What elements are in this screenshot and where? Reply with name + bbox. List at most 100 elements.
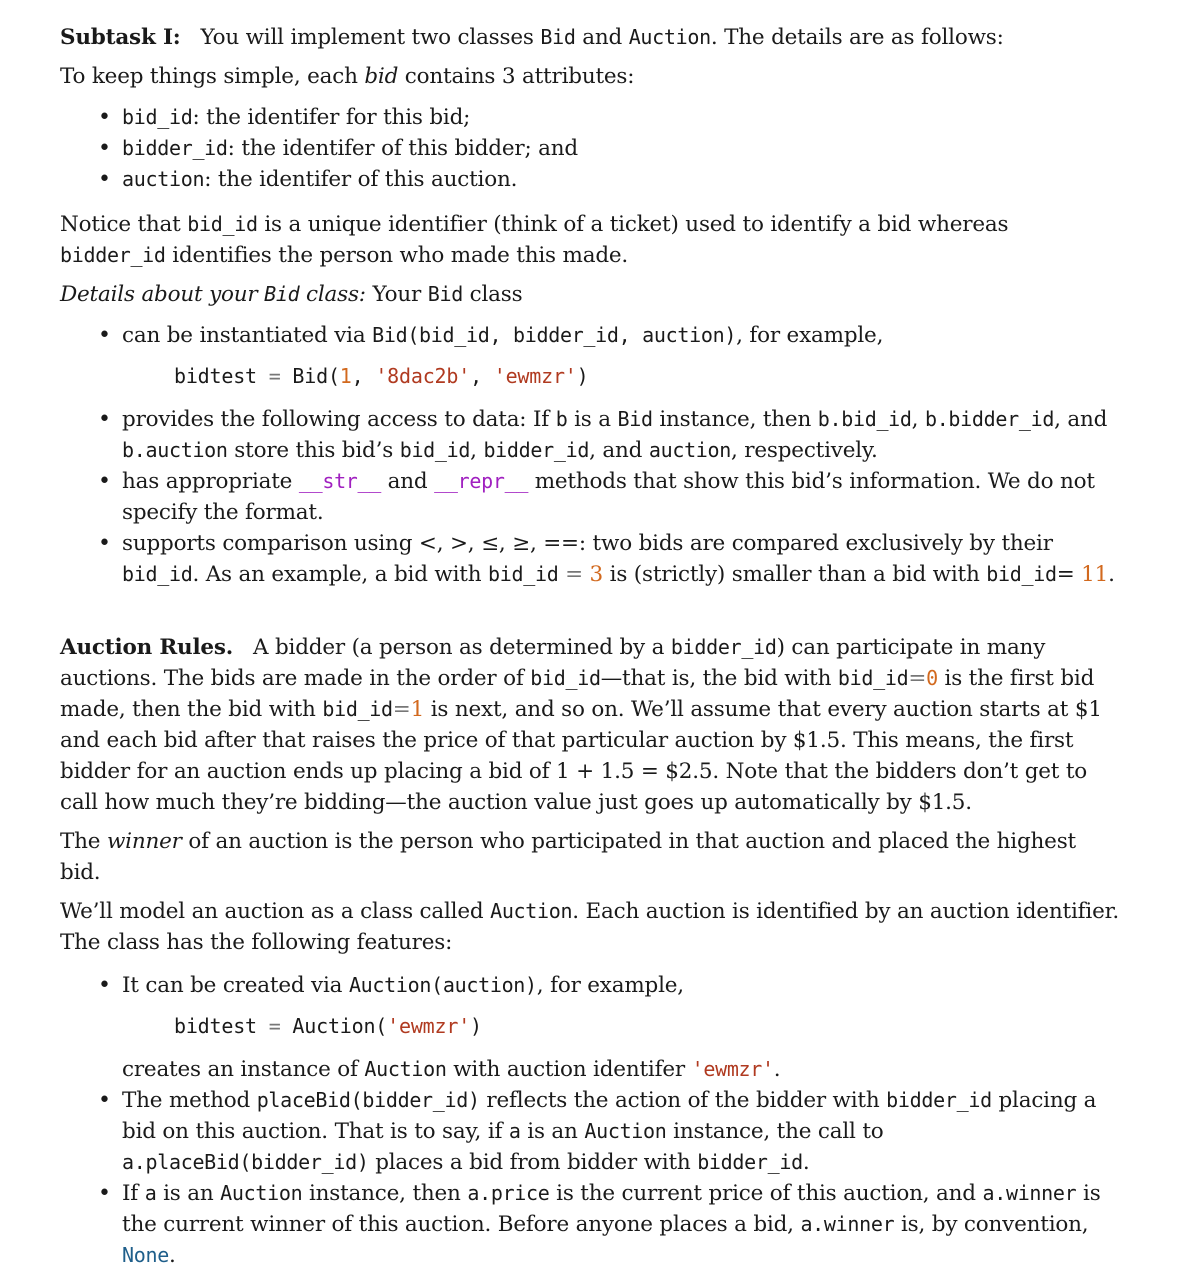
text: . The details are as follows: — [710, 25, 1004, 50]
code-number: 11 — [1081, 562, 1109, 587]
text: : two bids are compared exclusively by t… — [578, 531, 1053, 556]
operators: <, >, ≤, ≥, == — [418, 531, 579, 556]
code-auction: Auction — [628, 25, 711, 49]
code-sep: , — [470, 364, 494, 388]
text: To keep things simple, each — [60, 64, 365, 89]
text: contains 3 attributes: — [398, 64, 635, 89]
code: a.placeBid(bidder_id) — [122, 1150, 369, 1174]
document-page: Subtask I: You will implement two classe… — [60, 22, 1120, 1271]
list-item: bid_id: the identifer for this bid; — [60, 102, 1120, 133]
text: = — [1056, 562, 1082, 587]
text: is (strictly) smaller than a bid with — [603, 562, 987, 587]
code-var: bidtest — [174, 364, 257, 388]
text: . — [1108, 562, 1115, 587]
code: bidder_id — [60, 243, 166, 267]
text: is an — [156, 1181, 221, 1206]
code: bidder_id — [670, 635, 777, 659]
list-item-compare: supports comparison using <, >, ≤, ≥, ==… — [60, 528, 1120, 590]
text: The — [60, 829, 107, 854]
code: bid_id — [837, 666, 909, 690]
code-paren: ) — [470, 1014, 482, 1038]
text: creates an instance of — [122, 1057, 365, 1082]
code-string: '8dac2b' — [375, 364, 471, 388]
text: If — [122, 1181, 145, 1206]
code: Bid(bid_id, bidder_id, auction) — [372, 323, 737, 347]
text: and — [575, 25, 629, 50]
code: bid_id — [122, 105, 193, 129]
text: and — [381, 469, 435, 494]
text: —that is, the bid with — [600, 666, 838, 691]
code: Auction — [220, 1181, 303, 1205]
text: class: — [299, 282, 366, 307]
list-item-access: provides the following access to data: I… — [60, 404, 1120, 466]
code-op: = — [392, 697, 411, 722]
code: b.auction — [122, 438, 228, 462]
text: supports comparison using — [122, 531, 419, 556]
code-sep: , — [351, 364, 376, 388]
code: a.winner — [800, 1212, 895, 1236]
auction-example-code: bidtest = Auction('ewmzr') — [60, 1011, 1120, 1042]
code-number: 3 — [589, 562, 604, 587]
code-paren: ) — [576, 364, 589, 388]
text: instance, then — [302, 1181, 468, 1206]
text: reflects the action of the bidder with — [479, 1088, 887, 1113]
text: , and — [1054, 407, 1108, 432]
text: We’ll model an auction as a class called — [60, 899, 491, 924]
code: bid_id — [122, 562, 193, 586]
code: placeBid(bidder_id) — [256, 1088, 480, 1112]
code: b.bid_id — [817, 407, 912, 431]
list-item-create: It can be created via Auction(auction), … — [60, 970, 1120, 1001]
details-heading: Details about your Bid class: Your Bid c… — [60, 279, 1120, 310]
subtask-heading: Subtask I: — [60, 25, 181, 50]
code-op: = — [908, 666, 927, 691]
text: identifies the person who made this made… — [165, 243, 629, 268]
emphasis: bid — [364, 64, 399, 89]
code: bid_id — [322, 697, 393, 721]
code-bid: Bid — [540, 25, 576, 49]
code: Auction — [584, 1119, 667, 1143]
code: bidder_id — [697, 1150, 803, 1174]
text: Notice that — [60, 212, 188, 237]
auction-feature-list-cont: The method placeBid(bidder_id) reflects … — [60, 1085, 1120, 1271]
text: instance, then — [652, 407, 818, 432]
code-dunder: __repr__ — [434, 469, 529, 493]
emphasis: winner — [106, 829, 182, 854]
text: , — [911, 407, 925, 432]
attribute-list: bid_id: the identifer for this bid; bidd… — [60, 102, 1120, 195]
list-item-instantiate: can be instantiated via Bid(bid_id, bidd… — [60, 320, 1120, 351]
text: You will implement two classes — [200, 25, 541, 50]
list-item: bidder_id: the identifer of this bidder;… — [60, 133, 1120, 164]
text: : the identifer of this auction. — [204, 167, 518, 192]
text: . — [168, 1243, 176, 1268]
text: . — [773, 1057, 781, 1082]
bid-example-code: bidtest = Bid(1, '8dac2b', 'ewmzr') — [60, 361, 1120, 392]
text: : the identifer for this bid; — [192, 105, 471, 130]
code-keyword: None — [122, 1243, 169, 1267]
model-paragraph: We’ll model an auction as a class called… — [60, 896, 1120, 958]
text: , and — [589, 438, 649, 463]
code: a.winner — [982, 1181, 1077, 1205]
code: Bid — [427, 282, 464, 306]
code: Bid — [264, 282, 300, 306]
code: bidder_id — [886, 1088, 992, 1112]
code: auction — [122, 167, 205, 191]
text: class — [462, 282, 523, 307]
text: , for example, — [536, 973, 684, 998]
text: with auction identifer — [446, 1057, 692, 1082]
list-item-placebid: The method placeBid(bidder_id) reflects … — [60, 1085, 1120, 1178]
text: . — [802, 1150, 810, 1175]
text: , respectively. — [731, 438, 878, 463]
code: bid_id — [187, 212, 258, 236]
list-item-methods: has appropriate __str__ and __repr__ met… — [60, 466, 1120, 528]
text: is, by convention, — [894, 1212, 1089, 1237]
creates-line: creates an instance of Auction with auct… — [60, 1054, 1120, 1085]
text: Your — [365, 282, 428, 307]
code-op: = — [268, 1014, 281, 1038]
code: bidder_id — [483, 438, 590, 462]
text: of an auction is the person who particip… — [60, 829, 1076, 885]
text: store this bid’s — [227, 438, 400, 463]
code-dunder: __str__ — [298, 469, 382, 493]
text: . As an example, a bid with — [192, 562, 488, 587]
code: bid_id — [986, 562, 1057, 586]
